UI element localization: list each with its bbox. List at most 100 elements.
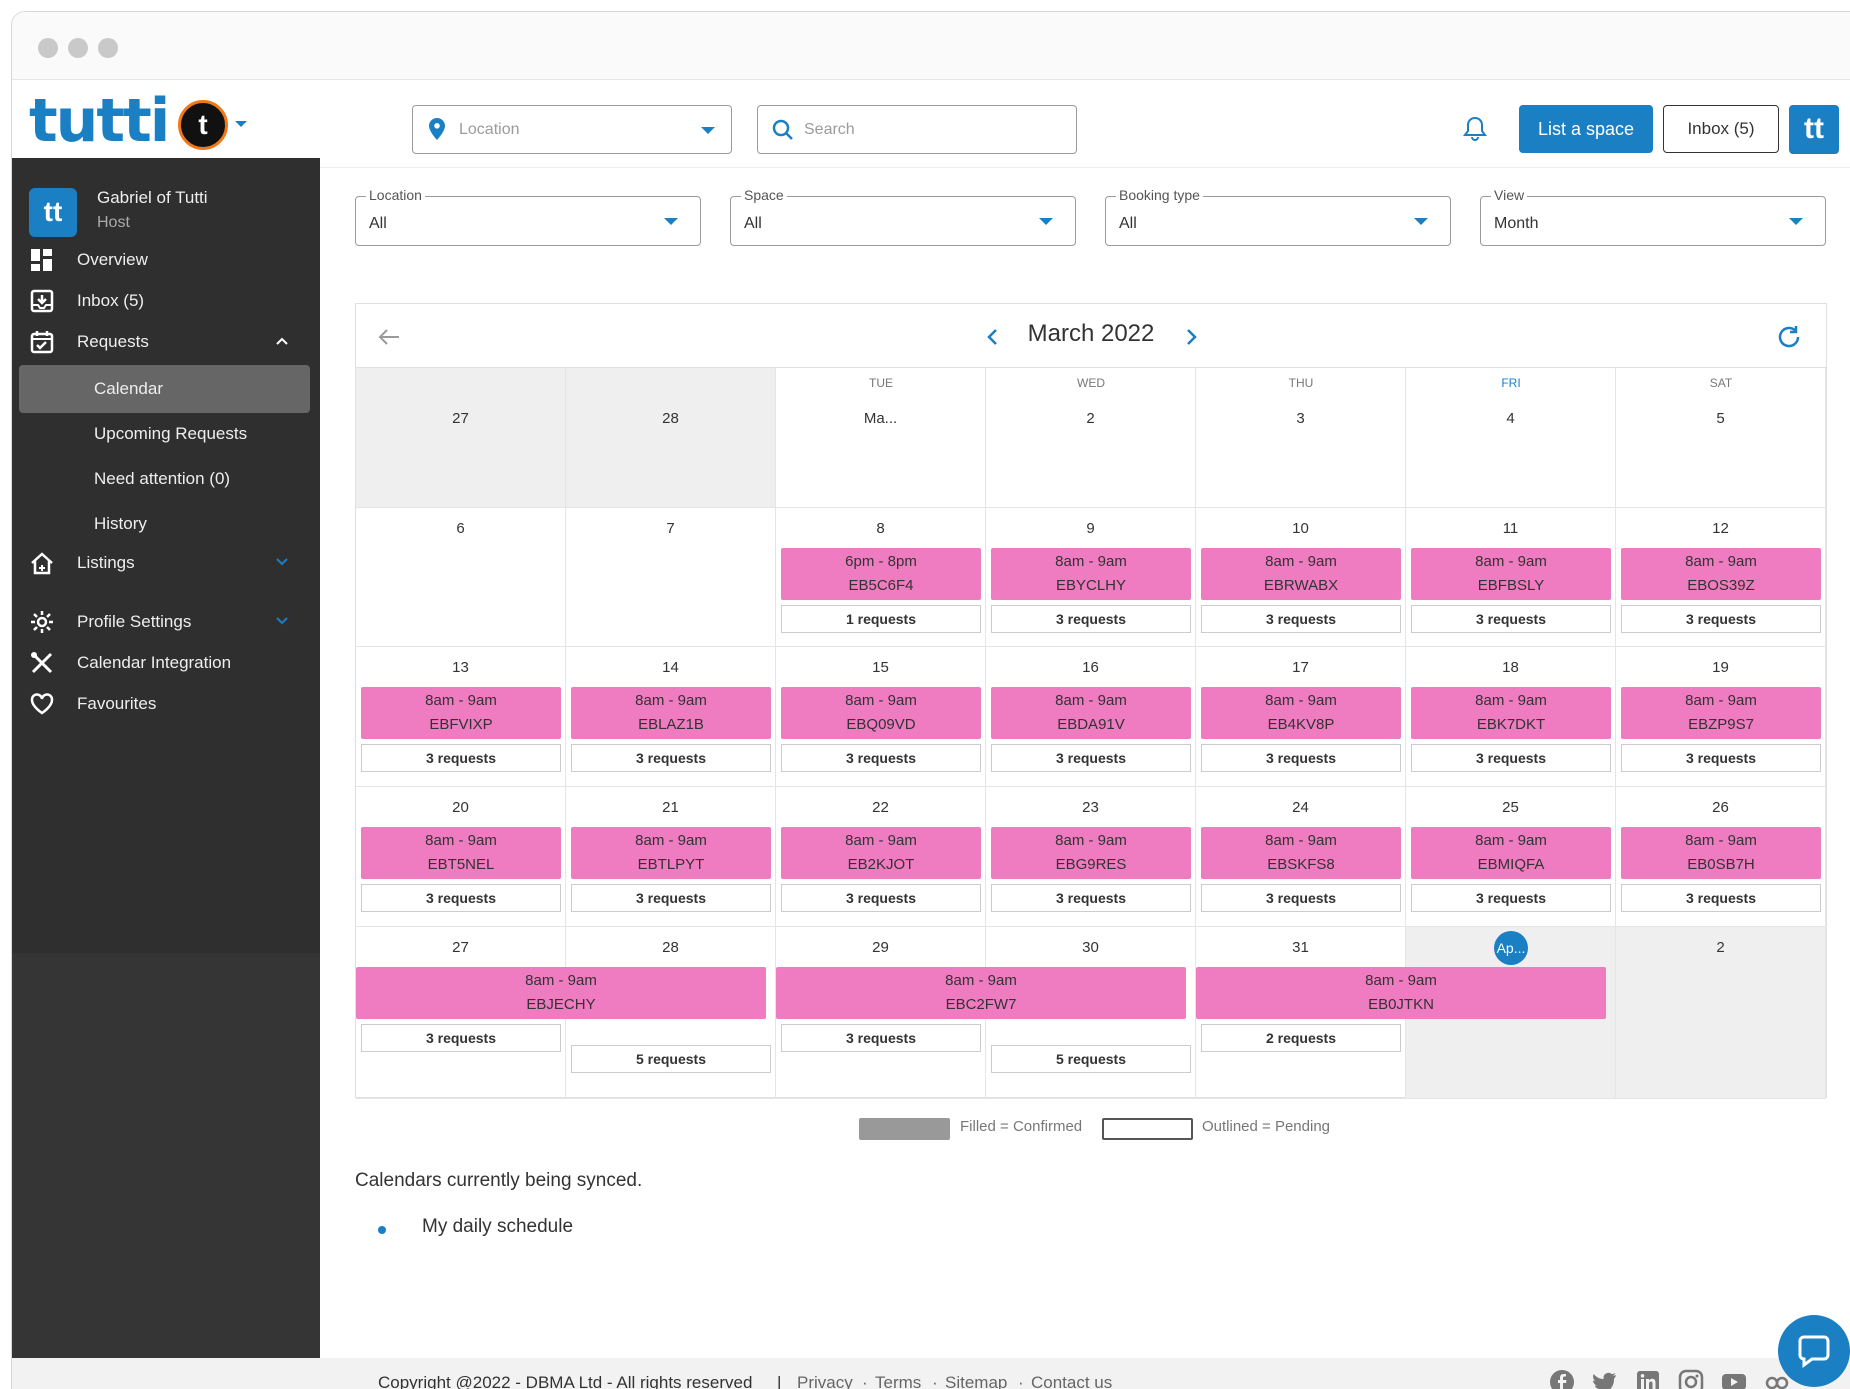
youtube-icon[interactable]	[1721, 1369, 1747, 1389]
chevron-down-icon[interactable]	[276, 556, 288, 568]
requests-pending-badge[interactable]: 1 requests	[781, 605, 981, 633]
chevron-down-icon[interactable]	[276, 615, 288, 627]
booking-event-confirmed[interactable]: 8am - 9am EB2KJOT	[781, 827, 981, 879]
today-marker[interactable]: Ap...	[1494, 931, 1528, 965]
booking-event-confirmed[interactable]: 8am - 9am EBFBSLY	[1411, 548, 1611, 600]
requests-pending-badge[interactable]: 3 requests	[1201, 744, 1401, 772]
calendar-day-cell[interactable]: Ma...	[776, 368, 986, 508]
chevron-up-icon[interactable]	[276, 335, 288, 347]
requests-pending-badge[interactable]: 3 requests	[991, 744, 1191, 772]
requests-pending-badge[interactable]: 3 requests	[361, 744, 561, 772]
search-input[interactable]: Search	[757, 105, 1077, 154]
list-a-space-button[interactable]: List a space	[1519, 105, 1653, 153]
booking-event-confirmed[interactable]: 8am - 9am EBRWABX	[1201, 548, 1401, 600]
calendar-day-cell[interactable]: 28	[566, 368, 776, 508]
sidebar-item-overview[interactable]: Overview	[12, 240, 320, 280]
calendar-day-cell[interactable]: 7	[566, 508, 776, 647]
booking-event-confirmed[interactable]: 8am - 9am EB4KV8P	[1201, 687, 1401, 739]
sidebar-subitem-calendar[interactable]: Calendar	[19, 365, 310, 413]
booking-event-confirmed[interactable]: 8am - 9am EBMIQFA	[1411, 827, 1611, 879]
brand-menu-button[interactable]: tt	[1789, 105, 1839, 154]
sidebar-subitem-need-attention[interactable]: Need attention (0)	[19, 455, 310, 503]
calendar-day-cell[interactable]: 6	[356, 508, 566, 647]
booking-event-confirmed-multiday[interactable]: 8am - 9am EB0JTKN	[1196, 967, 1606, 1019]
requests-pending-badge[interactable]: 3 requests	[361, 884, 561, 912]
booking-event-confirmed[interactable]: 8am - 9am EBT5NEL	[361, 827, 561, 879]
sidebar-item-inbox[interactable]: Inbox (5)	[12, 281, 320, 321]
booking-type-filter-select[interactable]: Booking type All	[1105, 187, 1451, 246]
refresh-icon[interactable]	[1776, 324, 1802, 350]
requests-pending-badge[interactable]: 3 requests	[991, 605, 1191, 633]
inbox-button[interactable]: Inbox (5)	[1663, 105, 1779, 153]
tutti-logo[interactable]: tutti	[29, 86, 170, 156]
booking-event-confirmed[interactable]: 8am - 9am EBYCLHY	[991, 548, 1191, 600]
calendar-day-cell[interactable]: 4	[1406, 368, 1616, 508]
calendar-day-cell[interactable]: 2	[1616, 927, 1826, 1099]
facebook-icon[interactable]	[1549, 1369, 1575, 1389]
booking-event-confirmed-multiday[interactable]: 8am - 9am EBJECHY	[356, 967, 766, 1019]
footer-link-privacy[interactable]: Privacy	[797, 1373, 853, 1389]
space-filter-select[interactable]: Space All	[730, 187, 1076, 246]
profile-avatar[interactable]: tt	[29, 188, 77, 237]
linkedin-icon[interactable]	[1635, 1369, 1661, 1389]
sidebar-item-calendar-integration[interactable]: Calendar Integration	[12, 643, 320, 683]
synced-calendar-item[interactable]: My daily schedule	[422, 1216, 573, 1238]
sidebar-item-listings[interactable]: Listings	[12, 543, 320, 583]
calendar-day-cell[interactable]: 5	[1616, 368, 1826, 508]
requests-pending-badge[interactable]: 3 requests	[1201, 605, 1401, 633]
sidebar-subitem-history[interactable]: History	[19, 500, 310, 548]
booking-event-confirmed[interactable]: 8am - 9am EBTLPYT	[571, 827, 771, 879]
sidebar-subitem-upcoming-requests[interactable]: Upcoming Requests	[19, 410, 310, 458]
next-month-icon[interactable]	[1186, 328, 1198, 346]
requests-pending-badge[interactable]: 3 requests	[781, 1024, 981, 1052]
requests-pending-badge[interactable]: 3 requests	[571, 884, 771, 912]
location-filter-select[interactable]: Location All	[355, 187, 701, 246]
booking-event-confirmed[interactable]: 6pm - 8pm EB5C6F4	[781, 548, 981, 600]
calendar-day-cell[interactable]: 3	[1196, 368, 1406, 508]
requests-pending-badge[interactable]: 3 requests	[1621, 605, 1821, 633]
close-window-dot[interactable]	[38, 38, 58, 58]
booking-event-confirmed[interactable]: 8am - 9am EB0SB7H	[1621, 827, 1821, 879]
booking-event-confirmed[interactable]: 8am - 9am EBK7DKT	[1411, 687, 1611, 739]
requests-pending-badge[interactable]: 3 requests	[1621, 884, 1821, 912]
sidebar-item-profile-settings[interactable]: Profile Settings	[12, 602, 320, 642]
footer-link-sitemap[interactable]: Sitemap	[945, 1373, 1007, 1389]
requests-pending-badge[interactable]: 3 requests	[361, 1024, 561, 1052]
requests-pending-badge[interactable]: 3 requests	[1411, 605, 1611, 633]
footer-link-contact[interactable]: Contact us	[1031, 1373, 1112, 1389]
twitter-icon[interactable]	[1592, 1369, 1618, 1389]
requests-pending-badge[interactable]: 5 requests	[991, 1045, 1191, 1073]
calendar-day-cell[interactable]: 27	[356, 368, 566, 508]
sidebar-item-requests[interactable]: Requests	[12, 322, 320, 362]
chat-widget-button[interactable]	[1778, 1315, 1850, 1387]
location-select[interactable]: Location	[412, 105, 732, 154]
requests-pending-badge[interactable]: 3 requests	[781, 884, 981, 912]
booking-event-confirmed[interactable]: 8am - 9am EBFVIXP	[361, 687, 561, 739]
calendar-day-cell[interactable]: 2	[986, 368, 1196, 508]
view-filter-select[interactable]: View Month	[1480, 187, 1826, 246]
booking-event-confirmed[interactable]: 8am - 9am EBQ09VD	[781, 687, 981, 739]
bell-icon[interactable]	[1463, 116, 1487, 142]
requests-pending-badge[interactable]: 3 requests	[1201, 884, 1401, 912]
account-menu-caret-icon[interactable]	[235, 121, 247, 127]
requests-pending-badge[interactable]: 3 requests	[781, 744, 981, 772]
booking-event-confirmed[interactable]: 8am - 9am EBG9RES	[991, 827, 1191, 879]
requests-pending-badge[interactable]: 3 requests	[1621, 744, 1821, 772]
maximize-window-dot[interactable]	[98, 38, 118, 58]
user-avatar[interactable]: t	[178, 100, 228, 150]
booking-event-confirmed[interactable]: 8am - 9am EBZP9S7	[1621, 687, 1821, 739]
booking-event-confirmed-multiday[interactable]: 8am - 9am EBC2FW7	[776, 967, 1186, 1019]
minimize-window-dot[interactable]	[68, 38, 88, 58]
requests-pending-badge[interactable]: 3 requests	[571, 744, 771, 772]
sidebar-item-favourites[interactable]: Favourites	[12, 684, 320, 724]
booking-event-confirmed[interactable]: 8am - 9am EBSKFS8	[1201, 827, 1401, 879]
requests-pending-badge[interactable]: 3 requests	[991, 884, 1191, 912]
requests-pending-badge[interactable]: 5 requests	[571, 1045, 771, 1073]
requests-pending-badge[interactable]: 2 requests	[1201, 1024, 1401, 1052]
booking-event-confirmed[interactable]: 8am - 9am EBOS39Z	[1621, 548, 1821, 600]
footer-link-terms[interactable]: Terms	[875, 1373, 921, 1389]
booking-event-confirmed[interactable]: 8am - 9am EBLAZ1B	[571, 687, 771, 739]
requests-pending-badge[interactable]: 3 requests	[1411, 884, 1611, 912]
requests-pending-badge[interactable]: 3 requests	[1411, 744, 1611, 772]
instagram-icon[interactable]	[1678, 1369, 1704, 1389]
